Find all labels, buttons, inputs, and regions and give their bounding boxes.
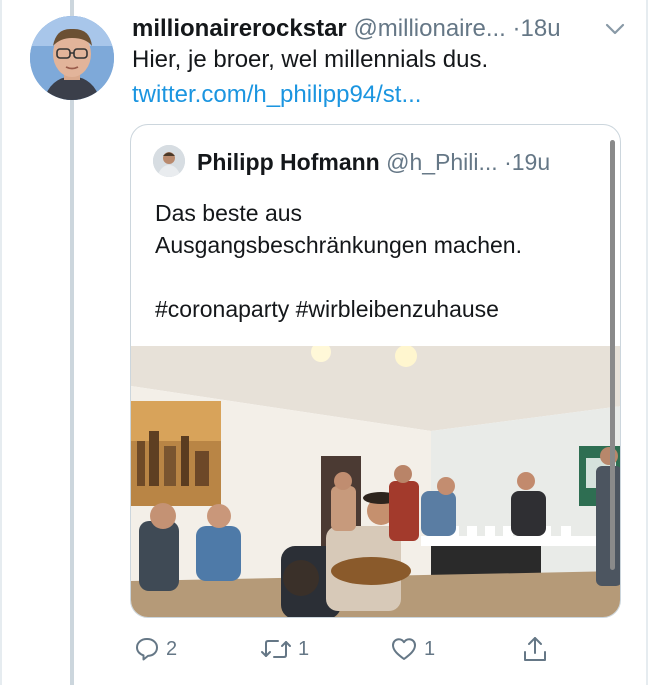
tweet-text: Hier, je broer, wel millennials dus. bbox=[132, 46, 489, 73]
tweet-link[interactable]: twitter.com/h_philipp94/st... bbox=[132, 80, 421, 110]
retweet-button[interactable]: 1 bbox=[260, 632, 309, 666]
reply-count: 2 bbox=[166, 638, 178, 660]
heart-icon bbox=[392, 638, 416, 660]
quoted-handle[interactable]: @h_Phili... bbox=[386, 149, 498, 175]
chevron-down-icon[interactable] bbox=[605, 22, 625, 36]
timestamp[interactable]: 18u bbox=[521, 15, 561, 42]
scrollbar[interactable] bbox=[610, 140, 615, 570]
quoted-text-line: Ausgangsbeschränkungen machen. bbox=[155, 232, 522, 258]
quoted-header: Philipp Hofmann @h_Phili... ·19u bbox=[197, 147, 550, 177]
separator-dot: · bbox=[512, 15, 521, 42]
quoted-photo[interactable] bbox=[131, 346, 620, 617]
left-border bbox=[0, 0, 2, 685]
share-button[interactable] bbox=[522, 632, 548, 666]
retweet-count: 1 bbox=[298, 638, 310, 660]
avatar[interactable] bbox=[30, 16, 114, 100]
quoted-tweet-card[interactable]: Philipp Hofmann @h_Phili... ·19u Das bes… bbox=[130, 124, 621, 618]
quoted-hashtags[interactable]: #coronaparty #wirbleibenzuhause bbox=[155, 294, 499, 324]
like-button[interactable]: 1 bbox=[390, 632, 435, 666]
quoted-avatar[interactable] bbox=[153, 145, 185, 177]
reply-icon bbox=[136, 638, 158, 661]
reply-button[interactable]: 2 bbox=[134, 632, 177, 666]
like-count: 1 bbox=[424, 638, 436, 660]
handle[interactable]: @millionaire... bbox=[353, 15, 505, 42]
quoted-timestamp[interactable]: 19u bbox=[512, 149, 550, 175]
quoted-display-name[interactable]: Philipp Hofmann bbox=[197, 149, 380, 175]
tweet-actions: 2 1 1 bbox=[130, 632, 610, 666]
retweet-icon bbox=[261, 640, 291, 658]
tweet-header: millionairerockstar @millionaire... ·18u bbox=[132, 14, 632, 44]
thread-line bbox=[70, 0, 74, 685]
quoted-text-line: Das beste aus bbox=[155, 200, 303, 226]
display-name[interactable]: millionairerockstar bbox=[132, 15, 347, 42]
share-icon bbox=[524, 637, 546, 661]
quoted-separator-dot: · bbox=[504, 149, 512, 175]
